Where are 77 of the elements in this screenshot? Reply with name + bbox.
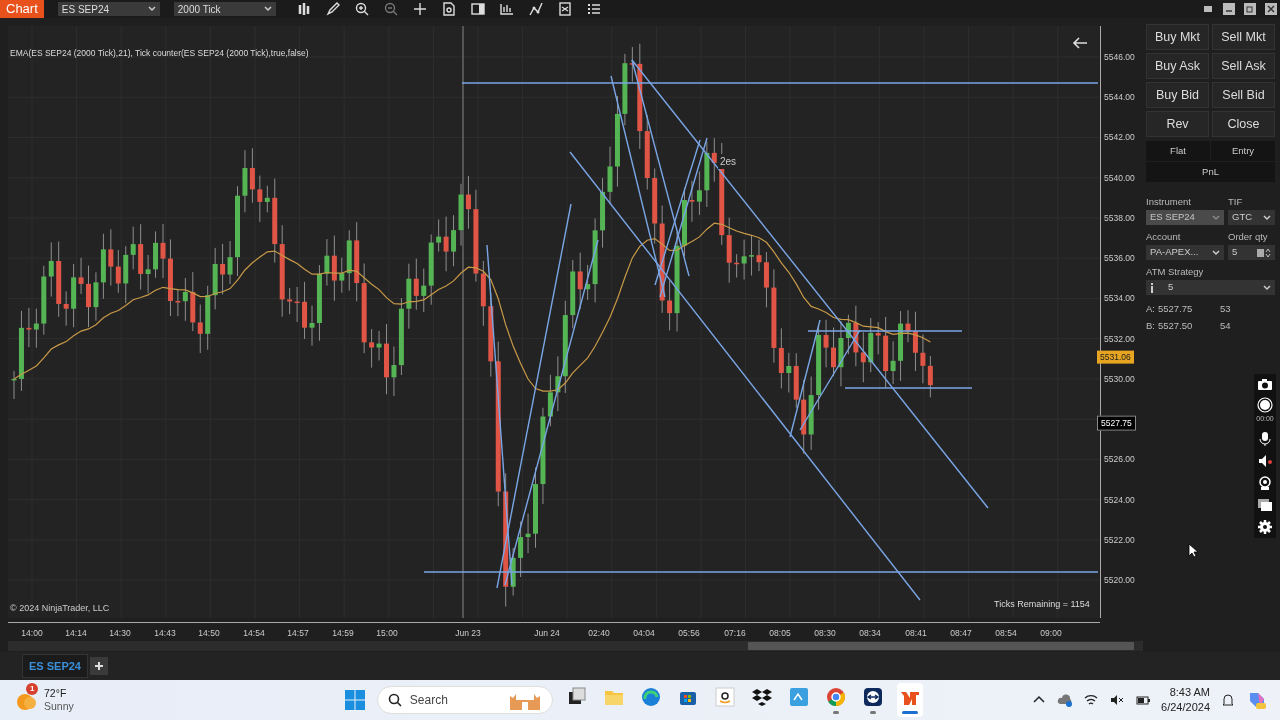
last-price-marker: 5531.06 bbox=[1097, 350, 1134, 364]
order-button[interactable]: Sell Ask bbox=[1212, 53, 1275, 79]
field-label: TIF bbox=[1228, 195, 1244, 209]
price-label: 5546.00 bbox=[1104, 50, 1135, 64]
time-label: 02:40 bbox=[588, 627, 610, 640]
time-label: 14:00 bbox=[21, 627, 43, 640]
dropdown-field[interactable]: GTC bbox=[1228, 210, 1275, 225]
time-label: 14:50 bbox=[198, 627, 220, 640]
time-label: 08:30 bbox=[814, 627, 836, 640]
time-label: 08:05 bbox=[769, 627, 791, 640]
current-price-marker: 5527.75 bbox=[1097, 415, 1136, 431]
price-label: 5522.00 bbox=[1104, 533, 1135, 547]
quote-size: 54 bbox=[1220, 319, 1231, 334]
dropdown-field[interactable]: PA-APEX... bbox=[1146, 245, 1224, 260]
time-label: 08:47 bbox=[950, 627, 972, 640]
window-title: Chart bbox=[0, 0, 44, 18]
notification-badge: 1 bbox=[26, 683, 39, 695]
price-label: 5534.00 bbox=[1104, 292, 1135, 305]
time-label: Jun 23 bbox=[455, 627, 481, 640]
ticks-remaining-text: Ticks Remaining = 1154 bbox=[994, 598, 1090, 611]
order-button[interactable]: Close bbox=[1212, 111, 1275, 137]
quantity-field[interactable]: 5 bbox=[1228, 245, 1275, 260]
quote-side: A: bbox=[1146, 302, 1156, 316]
order-button[interactable]: Buy Bid bbox=[1146, 82, 1209, 108]
field-label: Order qty bbox=[1228, 230, 1269, 244]
quote-size: 53 bbox=[1220, 302, 1231, 316]
quote-price: 5527.50 bbox=[1158, 319, 1194, 334]
atm-strategy-dropdown[interactable]: 5 bbox=[1146, 280, 1275, 295]
price-label: 5532.00 bbox=[1104, 332, 1135, 346]
annotation-text: 2es bbox=[718, 154, 739, 169]
order-button[interactable]: Sell Mkt bbox=[1212, 24, 1275, 50]
chart-tab[interactable]: ES SEP24 bbox=[22, 653, 88, 679]
time-label: 14:57 bbox=[287, 627, 309, 640]
price-label: 5538.00 bbox=[1104, 211, 1135, 225]
time-label: 07:16 bbox=[724, 627, 746, 640]
time-label: 08:34 bbox=[859, 627, 881, 640]
clock-date[interactable]: 6/24/2024 bbox=[1161, 700, 1210, 715]
interval-dropdown[interactable]: 2000 Tick bbox=[173, 2, 276, 16]
copyright-text: © 2024 NinjaTrader, LLC bbox=[10, 602, 110, 615]
time-label: 14:54 bbox=[243, 627, 265, 640]
search-field[interactable]: Search bbox=[376, 686, 553, 714]
time-label: 15:00 bbox=[376, 627, 398, 640]
position-tab[interactable]: Entry bbox=[1211, 141, 1275, 161]
price-label: 5544.00 bbox=[1104, 90, 1135, 104]
price-label: 5530.00 bbox=[1104, 372, 1135, 386]
quote-side: B: bbox=[1146, 319, 1156, 334]
price-label: 5520.00 bbox=[1104, 573, 1135, 587]
order-button[interactable]: Sell Bid bbox=[1212, 82, 1275, 108]
time-label: 14:30 bbox=[109, 627, 131, 640]
price-label: 5536.00 bbox=[1104, 251, 1135, 265]
time-label: 04:04 bbox=[633, 627, 655, 640]
price-label: 5540.00 bbox=[1104, 171, 1135, 185]
price-label: 5524.00 bbox=[1104, 493, 1135, 506]
price-label: 5526.00 bbox=[1104, 453, 1135, 466]
quote-price: 5527.75 bbox=[1158, 302, 1194, 316]
time-label: 14:59 bbox=[332, 627, 354, 640]
indicator-label: EMA(ES SEP24 (2000 Tick),21), Tick counter(ES SEP24 (2000 Tick),true,false) bbox=[10, 47, 309, 60]
time-label: 08:54 bbox=[995, 627, 1017, 640]
field-label: Instrument bbox=[1146, 195, 1192, 209]
field-label: Account bbox=[1146, 230, 1182, 244]
temperature-text: 72°F bbox=[44, 687, 68, 700]
time-label: 08:41 bbox=[905, 627, 927, 640]
field-label: ATM Strategy bbox=[1146, 265, 1205, 279]
time-label: 14:14 bbox=[65, 627, 87, 640]
order-button[interactable]: Rev bbox=[1146, 111, 1209, 137]
time-label: 14:43 bbox=[154, 627, 176, 640]
position-tab[interactable]: Flat bbox=[1146, 141, 1210, 161]
time-label: 05:56 bbox=[678, 627, 700, 640]
order-button[interactable]: Buy Ask bbox=[1146, 53, 1209, 79]
clock-time[interactable]: 8:43 AM bbox=[1161, 685, 1210, 700]
time-label: Jun 24 bbox=[534, 627, 560, 640]
time-label: 09:00 bbox=[1040, 627, 1062, 640]
price-label: 5542.00 bbox=[1104, 131, 1135, 144]
order-button[interactable]: Buy Mkt bbox=[1146, 24, 1209, 50]
weather-condition: Sunny bbox=[44, 700, 74, 713]
instrument-dropdown[interactable]: ES SEP24 bbox=[57, 2, 160, 16]
position-tab[interactable]: PnL bbox=[1146, 162, 1275, 182]
